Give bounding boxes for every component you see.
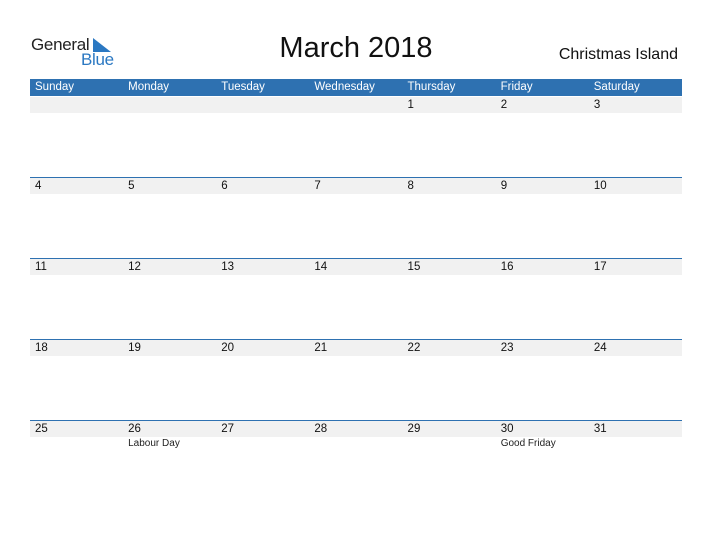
- week-row: 25 26 Labour Day 27 28 29 30 Good Friday 31: [30, 420, 682, 501]
- day-cell: 8: [403, 177, 496, 258]
- day-cell: 3: [589, 96, 682, 177]
- day-cell: 21: [309, 339, 402, 420]
- day-number: 3: [593, 99, 601, 111]
- day-number: 22: [407, 342, 421, 354]
- day-cell: 4: [30, 177, 123, 258]
- day-cell: 2: [496, 96, 589, 177]
- day-number: 6: [221, 180, 228, 192]
- day-cell: 6: [216, 177, 309, 258]
- day-cell: 28: [309, 420, 402, 501]
- day-cell: 19: [123, 339, 216, 420]
- weekday-wednesday: Wednesday: [314, 81, 375, 93]
- week-row: 18 19 20 21 22 23 24: [30, 339, 682, 420]
- day-number: 25: [35, 423, 48, 435]
- day-number: 24: [593, 342, 607, 354]
- day-number: 12: [128, 261, 141, 273]
- day-cell: 13: [216, 258, 309, 339]
- day-cell: 5: [123, 177, 216, 258]
- day-cell: 30 Good Friday: [496, 420, 589, 501]
- day-number: 21: [314, 342, 328, 354]
- day-number: 18: [35, 342, 48, 354]
- weekday-sunday: Sunday: [35, 81, 75, 93]
- day-cell: [123, 96, 216, 177]
- day-cell: 31: [589, 420, 682, 501]
- day-number: 28: [314, 423, 328, 435]
- holiday-label: Labour Day: [128, 438, 180, 449]
- day-cell: 24: [589, 339, 682, 420]
- day-number: 2: [500, 99, 508, 111]
- day-number: 16: [500, 261, 514, 273]
- week-row: 4 5 6 7 8 9 10: [30, 177, 682, 258]
- day-cell: 7: [309, 177, 402, 258]
- day-cell: 10: [589, 177, 682, 258]
- day-number: 5: [128, 180, 135, 192]
- day-number: 1: [407, 99, 414, 111]
- day-cell: 12: [123, 258, 216, 339]
- day-cell: 25: [30, 420, 123, 501]
- day-cell: 22: [403, 339, 496, 420]
- holiday-label: Good Friday: [500, 438, 556, 449]
- day-cell: 29: [403, 420, 496, 501]
- week-row: 1 2 3: [30, 96, 682, 177]
- day-number: 8: [407, 180, 414, 192]
- weekday-monday: Monday: [128, 81, 170, 93]
- region-label: Christmas Island: [558, 46, 678, 63]
- day-cell: 11: [30, 258, 123, 339]
- weekday-friday: Friday: [500, 81, 533, 93]
- day-cell: [30, 96, 123, 177]
- day-number: 26: [128, 423, 141, 435]
- day-cell: 1: [403, 96, 496, 177]
- day-number: 19: [128, 342, 141, 354]
- day-number: 13: [221, 261, 235, 273]
- day-cell: 17: [589, 258, 682, 339]
- day-number: 7: [314, 180, 321, 192]
- week-row: 11 12 13 14 15 16 17: [30, 258, 682, 339]
- weekday-saturday: Saturday: [593, 81, 640, 93]
- day-number: 23: [500, 342, 514, 354]
- day-number: 27: [221, 423, 235, 435]
- day-number: 11: [35, 261, 47, 273]
- day-number: 14: [314, 261, 328, 273]
- day-cell: [216, 96, 309, 177]
- day-cell: 26 Labour Day: [123, 420, 216, 501]
- day-cell: 23: [496, 339, 589, 420]
- day-number: 9: [500, 180, 508, 192]
- weekday-tuesday: Tuesday: [221, 81, 265, 93]
- day-number: 29: [407, 423, 421, 435]
- day-cell: 20: [216, 339, 309, 420]
- weekday-header: Sunday Monday Tuesday Wednesday Thursday…: [30, 79, 682, 96]
- day-cell: [309, 96, 402, 177]
- weekday-thursday: Thursday: [407, 81, 456, 93]
- day-number: 30: [500, 423, 514, 435]
- day-number: 4: [35, 180, 42, 192]
- day-cell: 16: [496, 258, 589, 339]
- day-cell: 15: [403, 258, 496, 339]
- day-cell: 18: [30, 339, 123, 420]
- day-cell: 14: [309, 258, 402, 339]
- day-number: 10: [593, 180, 607, 192]
- day-number: 17: [593, 261, 607, 273]
- day-number: 20: [221, 342, 235, 354]
- day-number: 15: [407, 261, 421, 273]
- day-cell: 9: [496, 177, 589, 258]
- day-cell: 27: [216, 420, 309, 501]
- day-number: 31: [593, 423, 607, 435]
